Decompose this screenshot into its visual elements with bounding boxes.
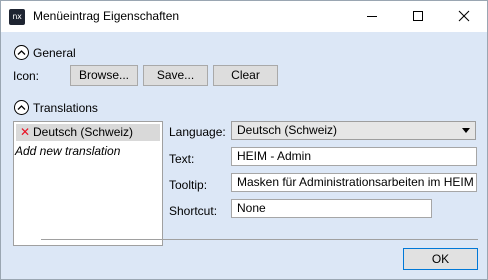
text-input[interactable]: HEIM - Admin xyxy=(231,147,477,166)
maximize-icon xyxy=(413,11,423,21)
browse-button[interactable]: Browse... xyxy=(70,65,138,86)
list-item-label: Deutsch (Schweiz) xyxy=(33,125,134,139)
shortcut-label: Shortcut: xyxy=(169,204,218,218)
shortcut-input[interactable]: None xyxy=(231,199,432,218)
minimize-icon xyxy=(367,16,377,17)
language-selected-value: Deutsch (Schweiz) xyxy=(237,123,338,137)
properties-dialog: nx Menüeintrag Eigenschaften General Ico… xyxy=(0,0,488,280)
maximize-button[interactable] xyxy=(395,1,441,32)
divider xyxy=(41,239,478,240)
delete-x-icon[interactable]: ✕ xyxy=(20,124,30,141)
ok-button[interactable]: OK xyxy=(403,248,478,270)
dropdown-arrow-icon xyxy=(462,128,470,133)
tooltip-input[interactable]: Masken für Administrationsarbeiten im HE… xyxy=(231,173,477,192)
close-button[interactable] xyxy=(441,1,487,32)
add-new-translation-link[interactable]: Add new translation xyxy=(15,144,120,158)
minimize-button[interactable] xyxy=(349,1,395,32)
window-title: Menüeintrag Eigenschaften xyxy=(33,9,180,23)
chevron-up-icon xyxy=(17,50,26,55)
translations-section-label: Translations xyxy=(33,101,98,115)
language-label: Language: xyxy=(169,125,226,139)
tooltip-label: Tooltip: xyxy=(169,178,208,192)
general-section-label: General xyxy=(33,46,76,60)
text-label: Text: xyxy=(169,152,195,166)
icon-label: Icon: xyxy=(13,69,40,83)
close-icon xyxy=(458,10,470,22)
dialog-body: General Icon: Browse... Save... Clear Tr… xyxy=(1,32,487,279)
chevron-up-icon xyxy=(17,105,26,110)
language-dropdown[interactable]: Deutsch (Schweiz) xyxy=(231,121,476,140)
save-button[interactable]: Save... xyxy=(143,65,208,86)
translations-list[interactable]: ✕ Deutsch (Schweiz) Add new translation xyxy=(13,121,163,246)
list-item[interactable]: ✕ Deutsch (Schweiz) xyxy=(16,124,160,141)
clear-button[interactable]: Clear xyxy=(213,65,278,86)
title-bar[interactable]: nx Menüeintrag Eigenschaften xyxy=(1,1,487,32)
app-logo-icon: nx xyxy=(9,9,25,25)
general-collapse-toggle[interactable] xyxy=(14,45,29,60)
translations-collapse-toggle[interactable] xyxy=(14,100,29,115)
